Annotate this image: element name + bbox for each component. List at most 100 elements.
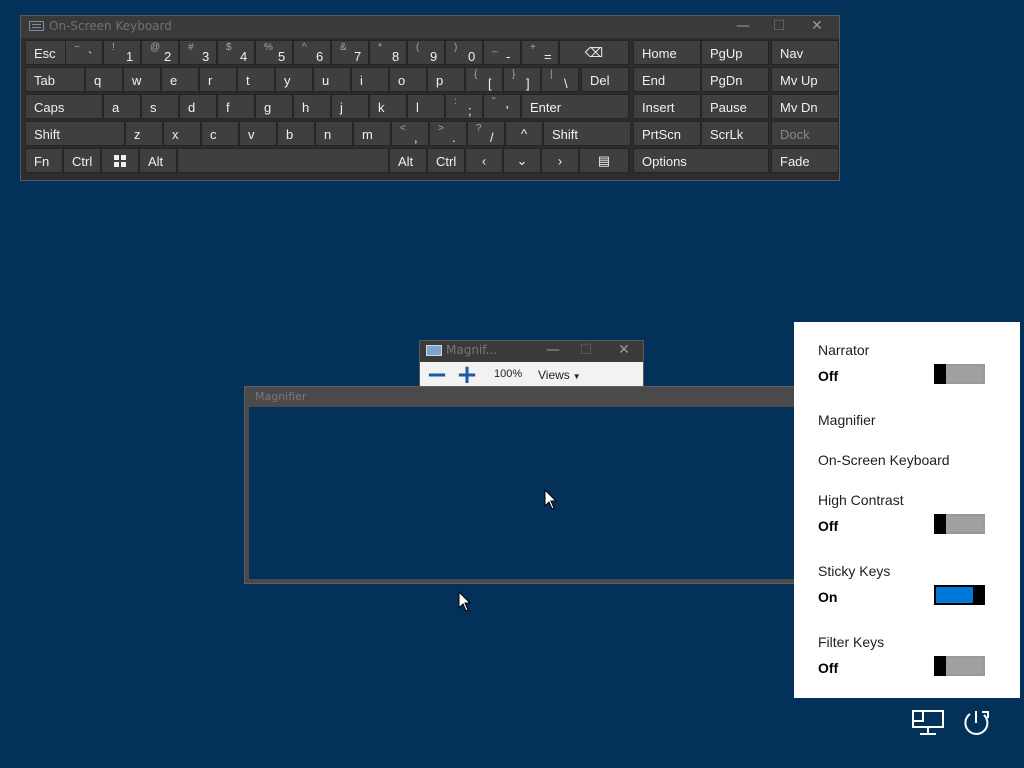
sticky-keys-toggle[interactable] [934, 585, 985, 605]
key-dock[interactable]: Dock [771, 121, 839, 146]
high-contrast-toggle[interactable] [934, 514, 985, 534]
key-0[interactable]: ) 0 [445, 40, 483, 65]
key-l[interactable]: l [407, 94, 445, 119]
key-rshift[interactable]: Shift [543, 121, 631, 146]
key-comma[interactable]: <, [391, 121, 429, 146]
narrator-toggle[interactable] [934, 364, 985, 384]
zoom-out-button[interactable]: − [423, 362, 451, 388]
maximize-button[interactable]: ☐ [571, 340, 601, 360]
key-backspace[interactable]: ⌫ [559, 40, 629, 65]
key-minus[interactable]: _ - [483, 40, 521, 65]
key-rctrl[interactable]: Ctrl [427, 148, 465, 173]
key-pause[interactable]: Pause [701, 94, 769, 119]
key-mvup[interactable]: Mv Up [771, 67, 839, 92]
on-screen-keyboard-label[interactable]: On-Screen Keyboard [818, 452, 950, 468]
key-mvdn[interactable]: Mv Dn [771, 94, 839, 119]
key-x[interactable]: x [163, 121, 201, 146]
key-space[interactable] [177, 148, 389, 173]
key-semicolon[interactable]: :; [445, 94, 483, 119]
key-tab[interactable]: Tab [25, 67, 85, 92]
key-o[interactable]: o [389, 67, 427, 92]
network-icon[interactable] [910, 706, 946, 738]
minimize-button[interactable]: — [538, 340, 568, 360]
key-s[interactable]: s [141, 94, 179, 119]
key-p[interactable]: p [427, 67, 465, 92]
key-enter[interactable]: Enter [521, 94, 629, 119]
filter-keys-toggle[interactable] [934, 656, 985, 676]
key-h[interactable]: h [293, 94, 331, 119]
key-6[interactable]: ^ 6 [293, 40, 331, 65]
key-1[interactable]: ! 1 [103, 40, 141, 65]
key-home[interactable]: Home [633, 40, 701, 65]
magnifier-label[interactable]: Magnifier [818, 412, 876, 428]
key-right[interactable]: › [541, 148, 579, 173]
key-left[interactable]: ‹ [465, 148, 503, 173]
key-j[interactable]: j [331, 94, 369, 119]
key-k[interactable]: k [369, 94, 407, 119]
key-e[interactable]: e [161, 67, 199, 92]
key-menu[interactable]: ▤ [579, 148, 629, 173]
key-4[interactable]: $4 [217, 40, 255, 65]
key-caps[interactable]: Caps [25, 94, 103, 119]
views-dropdown[interactable]: Views ▼ [538, 368, 581, 382]
magnifier-titlebar[interactable]: Magnif... — ☐ ✕ [420, 341, 643, 361]
key-lalt[interactable]: Alt [139, 148, 177, 173]
key-w[interactable]: w [123, 67, 161, 92]
key-t[interactable]: t [237, 67, 275, 92]
key-5[interactable]: % 5 [255, 40, 293, 65]
key-rbracket[interactable]: }] [503, 67, 541, 92]
key-m[interactable]: m [353, 121, 391, 146]
zoom-in-button[interactable]: + [453, 362, 481, 388]
key-n[interactable]: n [315, 121, 353, 146]
key-g[interactable]: g [255, 94, 293, 119]
key-pgup[interactable]: PgUp [701, 40, 769, 65]
key-backtick[interactable]: ~ ` [65, 40, 103, 65]
key-options[interactable]: Options [633, 148, 769, 173]
key-fn[interactable]: Fn [25, 148, 63, 173]
key-fade[interactable]: Fade [771, 148, 839, 173]
close-button[interactable]: ✕ [609, 340, 639, 360]
key-i[interactable]: i [351, 67, 389, 92]
key-quote[interactable]: " ' [483, 94, 521, 119]
key-q[interactable]: q [85, 67, 123, 92]
key-z[interactable]: z [125, 121, 163, 146]
power-icon[interactable] [958, 706, 994, 738]
key-v[interactable]: v [239, 121, 277, 146]
key-r[interactable]: r [199, 67, 237, 92]
key-backslash[interactable]: | \ [541, 67, 579, 92]
key-7[interactable]: & 7 [331, 40, 369, 65]
key-u[interactable]: u [313, 67, 351, 92]
key-lctrl[interactable]: Ctrl [63, 148, 101, 173]
minimize-button[interactable]: — [728, 16, 758, 36]
key-8[interactable]: * 8 [369, 40, 407, 65]
key-up[interactable]: ^ [505, 121, 543, 146]
key-2[interactable]: @2 [141, 40, 179, 65]
key-b[interactable]: b [277, 121, 315, 146]
key-equals[interactable]: + = [521, 40, 559, 65]
key-down[interactable]: ⌄ [503, 148, 541, 173]
key-slash[interactable]: ? / [467, 121, 505, 146]
key-win[interactable] [101, 148, 139, 173]
maximize-button[interactable]: ☐ [764, 16, 794, 36]
key-del[interactable]: Del [581, 67, 629, 92]
key-3[interactable]: #3 [179, 40, 217, 65]
osk-titlebar[interactable]: On-Screen Keyboard — ☐ ✕ [21, 16, 839, 38]
key-lbracket[interactable]: {[ [465, 67, 503, 92]
key-prtscn[interactable]: PrtScn [633, 121, 701, 146]
key-nav[interactable]: Nav [771, 40, 839, 65]
key-period[interactable]: >. [429, 121, 467, 146]
key-c[interactable]: c [201, 121, 239, 146]
key-label: 6 [316, 49, 324, 64]
key-insert[interactable]: Insert [633, 94, 701, 119]
key-d[interactable]: d [179, 94, 217, 119]
key-ralt[interactable]: Alt [389, 148, 427, 173]
key-f[interactable]: f [217, 94, 255, 119]
key-lshift[interactable]: Shift [25, 121, 125, 146]
key-a[interactable]: a [103, 94, 141, 119]
close-button[interactable]: ✕ [802, 16, 832, 36]
key-scrlk[interactable]: ScrLk [701, 121, 769, 146]
key-pgdn[interactable]: PgDn [701, 67, 769, 92]
key-9[interactable]: (9 [407, 40, 445, 65]
key-y[interactable]: y [275, 67, 313, 92]
key-end[interactable]: End [633, 67, 701, 92]
